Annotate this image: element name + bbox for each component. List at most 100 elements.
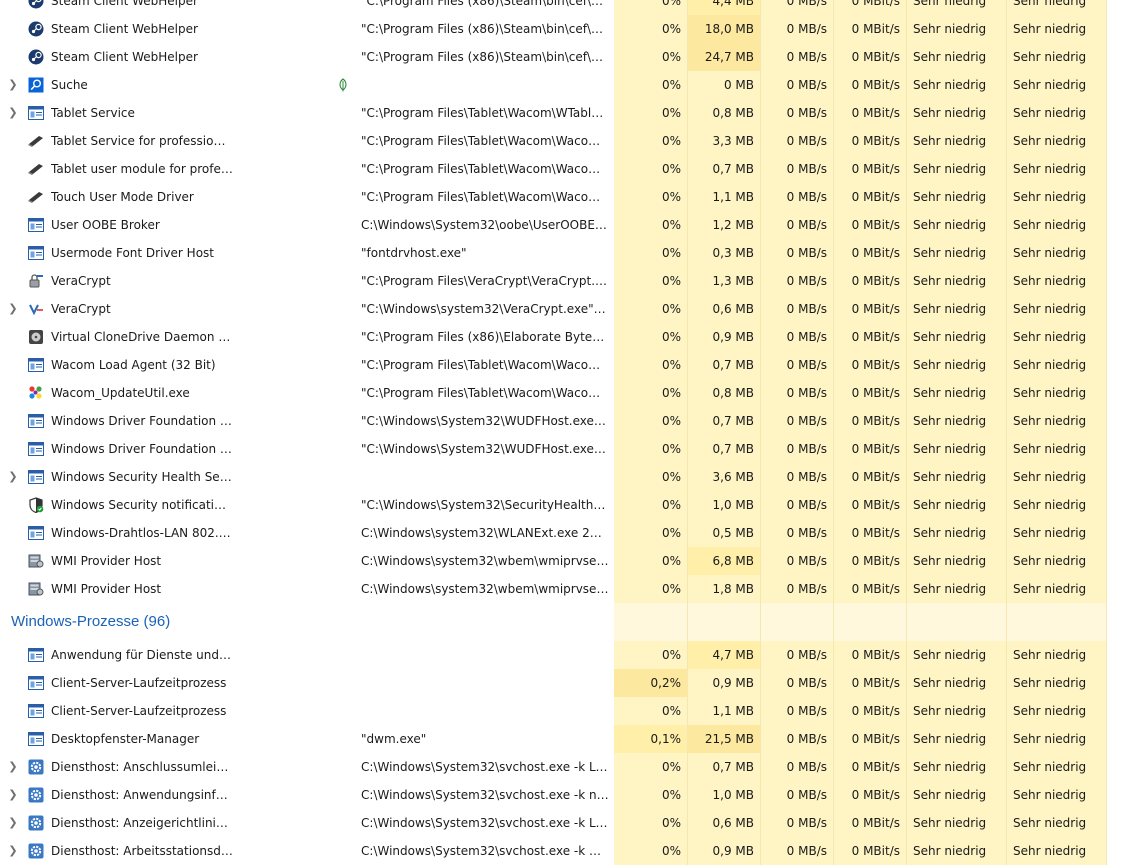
disk-cell: 0 MB/s bbox=[761, 641, 834, 669]
command-line: C:\Windows\System32\svchost.exe -k Netwo… bbox=[361, 844, 609, 858]
process-row[interactable]: VeraCrypt "C:\Program Files\VeraCrypt\Ver… bbox=[0, 267, 1148, 295]
command-line: "C:\Program Files (x86)\Steam\bin\cef\ce… bbox=[361, 50, 609, 64]
power-usage-cell: Sehr niedrig bbox=[907, 71, 1007, 99]
memory-cell: 0,8 MB bbox=[688, 379, 761, 407]
disk-cell: 0 MB/s bbox=[761, 519, 834, 547]
process-row[interactable]: ❯ VeraCrypt "C:\Windows\system32\VeraCrypt… bbox=[0, 295, 1148, 323]
disk-cell: 0 MB/s bbox=[761, 379, 834, 407]
power-trend-cell: Sehr niedrig bbox=[1007, 379, 1107, 407]
power-usage-cell: Sehr niedrig bbox=[907, 669, 1007, 697]
disk-cell: 0 MB/s bbox=[761, 669, 834, 697]
process-row[interactable]: ❯ Diensthost: Arbeitsstationsdienst C:\Win… bbox=[0, 837, 1148, 865]
power-trend-cell: Sehr niedrig bbox=[1007, 753, 1107, 781]
cpu-cell: 0% bbox=[614, 239, 688, 267]
service-window-icon bbox=[28, 413, 44, 429]
power-usage-cell: Sehr niedrig bbox=[907, 183, 1007, 211]
process-row[interactable]: ❯ Windows Security Health Service 0% 3,6 MB… bbox=[0, 463, 1148, 491]
disk-cell: 0 MB/s bbox=[761, 267, 834, 295]
command-line: "C:\Windows\System32\SecurityHealthSystr… bbox=[361, 498, 609, 512]
process-row[interactable]: ❯ Suche 0% 0 MB 0 MB/s 0 MBit/s Sehr niedrig Se… bbox=[0, 71, 1148, 99]
process-name: Tablet user module for professio... bbox=[51, 162, 233, 176]
power-trend-cell: Sehr niedrig bbox=[1007, 211, 1107, 239]
group-fill bbox=[834, 603, 907, 641]
expand-chevron-icon[interactable]: ❯ bbox=[6, 809, 20, 837]
group-header-windows-processes[interactable]: Windows-Prozesse (96) bbox=[0, 603, 1148, 641]
wmi-host-icon bbox=[28, 581, 44, 597]
process-name: Anwendung für Dienste und Co... bbox=[51, 648, 233, 662]
command-line: C:\Windows\system32\wbem\wmiprvse.exe bbox=[361, 582, 609, 596]
expand-chevron-icon[interactable]: ❯ bbox=[6, 71, 20, 99]
process-row[interactable]: Windows-Drahtlos-LAN 802.11-... C:\Window… bbox=[0, 519, 1148, 547]
process-row[interactable]: Usermode Font Driver Host "fontdrvhost.ex… bbox=[0, 239, 1148, 267]
process-row[interactable]: User OOBE Broker C:\Windows\System32\oobe… bbox=[0, 211, 1148, 239]
expand-placeholder bbox=[6, 323, 20, 351]
cpu-cell: 0% bbox=[614, 15, 688, 43]
command-line: "C:\Program Files\Tablet\Wacom\Wacom_To.… bbox=[361, 190, 609, 204]
process-row[interactable]: Windows Security notification i... "C:\Wi… bbox=[0, 491, 1148, 519]
command-line bbox=[361, 669, 609, 697]
disk-cell: 0 MB/s bbox=[761, 295, 834, 323]
power-trend-cell: Sehr niedrig bbox=[1007, 351, 1107, 379]
process-row[interactable]: Steam Client WebHelper "C:\Program Files … bbox=[0, 43, 1148, 71]
process-row[interactable]: Client-Server-Laufzeitprozess 0% 1,1 MB 0 M… bbox=[0, 697, 1148, 725]
expand-chevron-icon[interactable]: ❯ bbox=[6, 837, 20, 865]
memory-cell: 3,6 MB bbox=[688, 463, 761, 491]
memory-cell: 0,6 MB bbox=[688, 809, 761, 837]
expand-chevron-icon[interactable]: ❯ bbox=[6, 463, 20, 491]
process-row[interactable]: Tablet Service for professional d... "C:\… bbox=[0, 127, 1148, 155]
expand-chevron-icon[interactable]: ❯ bbox=[6, 99, 20, 127]
network-cell: 0 MBit/s bbox=[834, 463, 907, 491]
disk-cell: 0 MB/s bbox=[761, 99, 834, 127]
process-row[interactable]: WMI Provider Host C:\Windows\system32\wbe… bbox=[0, 575, 1148, 603]
process-name: Windows Driver Foundation - B... bbox=[51, 414, 233, 428]
process-row[interactable]: Wacom_UpdateUtil.exe "C:\Program Files\Ta… bbox=[0, 379, 1148, 407]
power-usage-cell: Sehr niedrig bbox=[907, 323, 1007, 351]
network-cell: 0 MBit/s bbox=[834, 435, 907, 463]
expand-chevron-icon[interactable]: ❯ bbox=[6, 781, 20, 809]
cpu-cell: 0% bbox=[614, 155, 688, 183]
process-row[interactable]: Tablet user module for professio... "C:\P… bbox=[0, 155, 1148, 183]
process-row[interactable]: ❯ Diensthost: Anzeigerichtliniendi... C:\W… bbox=[0, 809, 1148, 837]
group-title: Windows-Prozesse (96) bbox=[11, 613, 171, 630]
power-trend-cell: Sehr niedrig bbox=[1007, 837, 1107, 865]
expand-placeholder bbox=[6, 641, 20, 669]
power-trend-cell: Sehr niedrig bbox=[1007, 491, 1107, 519]
cpu-cell: 0% bbox=[614, 71, 688, 99]
process-row[interactable]: Virtual CloneDrive Daemon (32 ... "C:\Pro… bbox=[0, 323, 1148, 351]
power-trend-cell: Sehr niedrig bbox=[1007, 781, 1107, 809]
expand-placeholder bbox=[6, 491, 20, 519]
expand-chevron-icon[interactable]: ❯ bbox=[6, 753, 20, 781]
process-name: Diensthost: Anwendungsinform... bbox=[51, 788, 233, 802]
process-row[interactable]: Wacom Load Agent (32 Bit) "C:\Program Fil… bbox=[0, 351, 1148, 379]
disk-cell: 0 MB/s bbox=[761, 725, 834, 753]
process-name: VeraCrypt bbox=[51, 274, 111, 288]
service-window-icon bbox=[28, 105, 44, 121]
expand-placeholder bbox=[6, 725, 20, 753]
network-cell: 0 MBit/s bbox=[834, 323, 907, 351]
process-row[interactable]: Windows Driver Foundation - B... "C:\Wind… bbox=[0, 435, 1148, 463]
expand-chevron-icon[interactable]: ❯ bbox=[6, 295, 20, 323]
process-row[interactable]: ❯ Diensthost: Anschlussumleitun... C:\Wind… bbox=[0, 753, 1148, 781]
power-trend-cell: Sehr niedrig bbox=[1007, 183, 1107, 211]
network-cell: 0 MBit/s bbox=[834, 379, 907, 407]
process-row[interactable]: WMI Provider Host C:\Windows\system32\wbe… bbox=[0, 547, 1148, 575]
power-trend-cell: Sehr niedrig bbox=[1007, 575, 1107, 603]
power-usage-cell: Sehr niedrig bbox=[907, 295, 1007, 323]
expand-placeholder bbox=[6, 351, 20, 379]
memory-cell: 6,8 MB bbox=[688, 547, 761, 575]
disk-cell: 0 MB/s bbox=[761, 183, 834, 211]
process-row[interactable]: Anwendung für Dienste und Co... 0% 4,7 MB 0… bbox=[0, 641, 1148, 669]
network-cell: 0 MBit/s bbox=[834, 407, 907, 435]
process-row[interactable]: Client-Server-Laufzeitprozess 0,2% 0,9 MB 0… bbox=[0, 669, 1148, 697]
process-row[interactable]: ❯ Tablet Service "C:\Program Files\Tablet\… bbox=[0, 99, 1148, 127]
process-row[interactable]: Steam Client WebHelper "C:\Program Files … bbox=[0, 15, 1148, 43]
expand-placeholder bbox=[6, 239, 20, 267]
process-row[interactable]: Touch User Mode Driver "C:\Program Files\… bbox=[0, 183, 1148, 211]
group-fill bbox=[1007, 603, 1107, 641]
power-trend-cell: Sehr niedrig bbox=[1007, 0, 1107, 15]
process-row[interactable]: Steam Client WebHelper "C:\Program Files … bbox=[0, 0, 1148, 15]
process-row[interactable]: ❯ Diensthost: Anwendungsinform... C:\Windo… bbox=[0, 781, 1148, 809]
process-row[interactable]: Windows Driver Foundation - B... "C:\Wind… bbox=[0, 407, 1148, 435]
process-row[interactable]: Desktopfenster-Manager "dwm.exe" 0,1% 21,5 … bbox=[0, 725, 1148, 753]
network-cell: 0 MBit/s bbox=[834, 183, 907, 211]
